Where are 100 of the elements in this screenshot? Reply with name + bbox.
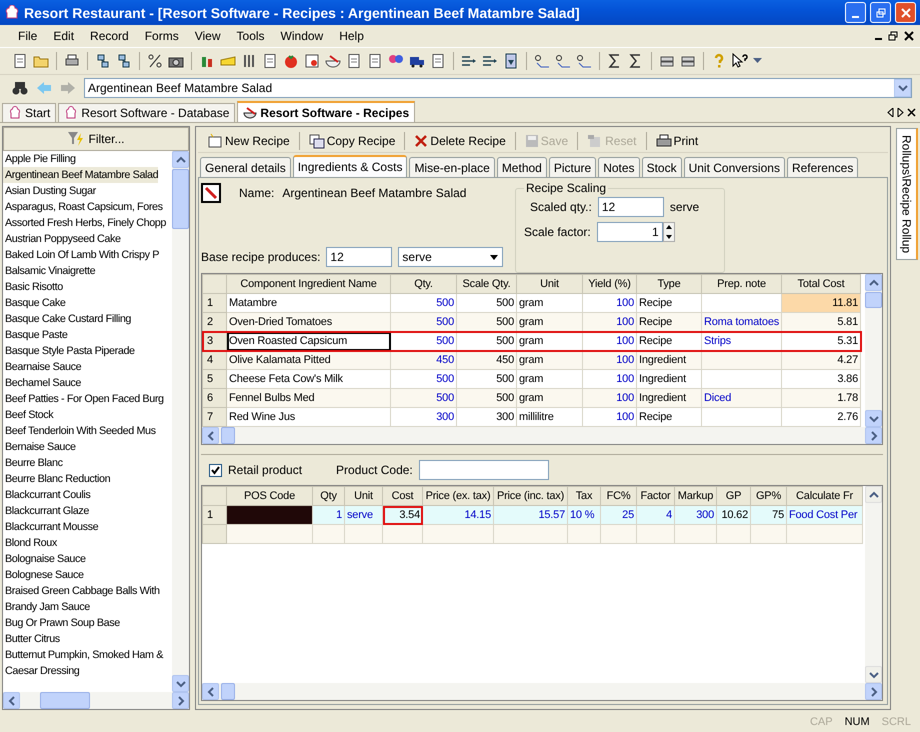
scroll-down-button[interactable]	[865, 666, 882, 683]
recipe-list-item[interactable]: Assorted Fresh Herbs, Finely Chopp	[3, 215, 166, 231]
recipe-list-item[interactable]: Bernaise Sauce	[3, 439, 76, 455]
recipe-list-item[interactable]: Bolognaise Sauce	[3, 551, 86, 567]
edit-pencil-icon[interactable]	[201, 183, 221, 203]
toolbar-button[interactable]: Delete Recipe	[411, 130, 509, 150]
recipe-list-item[interactable]: Austrian Poppyseed Cake	[3, 231, 121, 247]
column-header[interactable]: Type	[636, 274, 702, 294]
restore-button[interactable]	[870, 2, 891, 23]
scroll-up-button[interactable]	[172, 151, 189, 168]
tomato-card-icon[interactable]	[304, 53, 320, 69]
pos-code-field[interactable]	[226, 506, 312, 524]
scroll-right-button[interactable]	[865, 683, 882, 700]
menu-item[interactable]: File	[10, 27, 46, 45]
column-header[interactable]: Qty	[312, 486, 344, 506]
scroll-left-button[interactable]	[202, 427, 219, 444]
scroll-up-button[interactable]	[865, 486, 882, 503]
recipe-list-item[interactable]: Butter Citrus	[3, 631, 60, 647]
recipe-list-item[interactable]: Blackcurrant Glaze	[3, 503, 90, 519]
column-header[interactable]: Cost	[382, 486, 422, 506]
column-header[interactable]: Calculate Fr	[786, 486, 862, 506]
scroll-left-button[interactable]	[202, 683, 219, 700]
close-icon[interactable]	[904, 31, 914, 41]
tab[interactable]: General details	[200, 157, 291, 177]
horizontal-scrollbar[interactable]	[3, 692, 189, 709]
scroll-right-button[interactable]	[865, 427, 882, 444]
tab[interactable]: Unit Conversions	[684, 157, 785, 177]
recipe-list-item[interactable]: Bearnaise Sauce	[3, 359, 82, 375]
document-icon[interactable]	[12, 53, 28, 69]
percent-icon[interactable]	[147, 53, 163, 69]
column-header[interactable]: FC%	[600, 486, 636, 506]
horizontal-scrollbar[interactable]	[202, 683, 882, 700]
scroll-down-button[interactable]	[865, 410, 882, 427]
vertical-scrollbar[interactable]	[172, 151, 189, 692]
column-header[interactable]: Prep. note	[702, 274, 782, 294]
column-header[interactable]: Total Cost	[782, 274, 860, 294]
tab-left-arrow-icon[interactable]	[887, 108, 894, 117]
vertical-scrollbar[interactable]	[865, 486, 882, 683]
minimize-button[interactable]	[845, 2, 866, 23]
column-header[interactable]: Yield (%)	[582, 274, 636, 294]
recipe-list-item[interactable]: Balsamic Vinaigrette	[3, 263, 96, 279]
horizontal-scrollbar[interactable]	[202, 427, 882, 444]
tab[interactable]: Ingredients & Costs	[292, 155, 408, 177]
close-icon[interactable]	[907, 108, 916, 117]
recipe-list-item[interactable]: Caesar Dressing	[3, 663, 80, 679]
scroll-thumb[interactable]	[865, 292, 882, 308]
recipe-list-item[interactable]: Baked Loin Of Lamb With Crispy P	[3, 247, 160, 263]
column-header[interactable]: Component Ingredient Name	[226, 274, 390, 294]
base-qty-field[interactable]: 12	[326, 247, 392, 267]
recipe-combo-box[interactable]: Argentinean Beef Matambre Salad	[84, 78, 912, 98]
tomato-icon[interactable]	[283, 53, 299, 69]
scroll-thumb[interactable]	[221, 683, 235, 700]
menu-item[interactable]: Help	[331, 27, 372, 45]
tab[interactable]: Notes	[598, 157, 640, 177]
menu-item[interactable]: Record	[82, 27, 137, 45]
download-icon[interactable]	[503, 53, 519, 69]
bowl-icon[interactable]	[325, 53, 341, 69]
toolbar-button[interactable]: Copy Recipe	[306, 130, 398, 150]
scroll-down-button[interactable]	[172, 675, 189, 692]
recipe-list-item[interactable]: Bechamel Sauce	[3, 375, 82, 391]
side-tab[interactable]: Rollups\Recipe Rollup	[896, 128, 918, 260]
document-tab[interactable]: Resort Software - Database	[58, 103, 236, 122]
recipe-list-item[interactable]: Beurre Blanc Reduction	[3, 471, 110, 487]
filter-button[interactable]: Filter...	[3, 127, 189, 151]
scaled-qty-field[interactable]: 12	[598, 197, 664, 217]
tab[interactable]: References	[786, 157, 858, 177]
column-header[interactable]: POS Code	[226, 486, 312, 506]
menu-item[interactable]: Forms	[136, 27, 187, 45]
column-header[interactable]: Price (ex. tax)	[422, 486, 494, 506]
column-header[interactable]: Factor	[636, 486, 674, 506]
recipe-list-item[interactable]: Basque Cake Custard Filling	[3, 311, 132, 327]
restore-icon[interactable]	[888, 31, 898, 41]
document-tab[interactable]: Start	[2, 103, 56, 122]
document-tab[interactable]: Resort Software - Recipes	[237, 101, 416, 122]
column-header[interactable]: Qty.	[390, 274, 456, 294]
scroll-thumb[interactable]	[172, 169, 189, 229]
recipe-list-item[interactable]: Basque Cake	[3, 295, 66, 311]
recipe-list-item[interactable]: Blackcurrant Mousse	[3, 519, 98, 535]
scroll-up-button[interactable]	[865, 274, 882, 291]
scroll-right-button[interactable]	[172, 692, 189, 709]
recipe-list-item[interactable]: Beurre Blanc	[3, 455, 63, 471]
recipe-list-item[interactable]: Braised Green Cabbage Balls With	[3, 583, 160, 599]
tab[interactable]: Method	[496, 157, 547, 177]
binoculars-icon[interactable]	[12, 80, 28, 96]
column-header[interactable]: Price (inc. tax)	[494, 486, 568, 506]
recipe-list-item[interactable]: Basic Risotto	[3, 279, 63, 295]
column-header[interactable]: GP%	[750, 486, 786, 506]
spinner-icon[interactable]	[662, 222, 675, 242]
scale-factor-field[interactable]: 1	[596, 222, 663, 242]
recipe-list-item[interactable]: Brandy Jam Sauce	[3, 599, 90, 615]
recipe-list-item[interactable]: Basque Paste	[3, 327, 68, 343]
product-code-field[interactable]	[418, 460, 549, 480]
column-header[interactable]: Unit	[516, 274, 582, 294]
help-pointer-icon[interactable]	[732, 53, 748, 69]
stack-down-icon[interactable]	[116, 53, 132, 69]
tab-right-arrow-icon[interactable]	[897, 108, 904, 117]
scroll-thumb[interactable]	[221, 427, 235, 444]
tab[interactable]: Mise-en-place	[409, 157, 495, 177]
column-header[interactable]: Scale Qty.	[456, 274, 516, 294]
scroll-thumb[interactable]	[40, 692, 90, 709]
